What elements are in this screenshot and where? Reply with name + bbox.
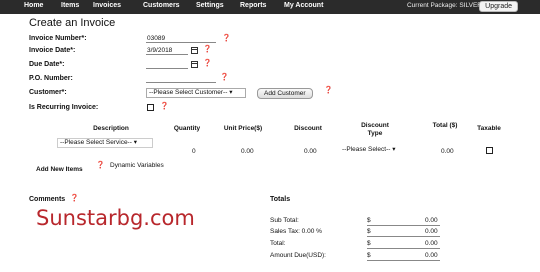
current-package-label: Current Package: SILVER — [406, 2, 482, 9]
calendar-icon[interactable] — [191, 61, 198, 68]
nav-home[interactable]: Home — [24, 2, 43, 9]
add-new-items-link[interactable]: Add New Items — [36, 166, 83, 173]
calendar-icon[interactable] — [191, 47, 198, 54]
chevron-down-icon: ▾ — [229, 89, 233, 96]
customer-label: Customer*: — [29, 89, 67, 96]
divider — [367, 225, 440, 226]
discount-type-select[interactable]: --Please Select-- ▾ — [340, 146, 410, 156]
divider — [367, 236, 440, 237]
nav-settings[interactable]: Settings — [196, 2, 224, 9]
nav-invoices[interactable]: Invoices — [93, 2, 121, 9]
add-customer-button[interactable]: Add Customer — [257, 88, 313, 99]
sales-tax-label: Sales Tax: 0.00 % — [270, 228, 322, 235]
total-label: Total: — [270, 240, 286, 247]
column-header-discount: Discount — [294, 125, 322, 132]
help-icon[interactable]: ❓ — [324, 86, 333, 94]
help-icon[interactable]: ❓ — [70, 194, 79, 202]
sales-tax-value: 0.00 — [425, 228, 438, 235]
service-select-value: --Please Select Service-- — [60, 139, 132, 146]
po-number-field[interactable] — [146, 74, 216, 83]
column-header-total: Total ($) — [432, 122, 458, 129]
discount-type-select-value: --Please Select-- — [342, 146, 391, 153]
unit-price-field[interactable]: 0.00 — [241, 148, 254, 155]
invoice-number-field[interactable]: 03089 — [146, 34, 216, 43]
row-total-value: 0.00 — [441, 148, 454, 155]
column-header-discount-type: Discount Type — [361, 122, 389, 137]
invoice-date-label: Invoice Date*: — [29, 47, 76, 54]
help-icon[interactable]: ❓ — [220, 73, 229, 81]
amount-due-currency: $ — [367, 252, 371, 259]
amount-due-label: Amount Due(USD): — [270, 252, 326, 259]
column-header-taxable: Taxable — [477, 125, 501, 132]
comments-label: Comments — [29, 196, 66, 203]
recurring-invoice-checkbox[interactable] — [147, 104, 154, 111]
due-date-field[interactable] — [146, 60, 188, 69]
sub-total-label: Sub Total: — [270, 217, 299, 224]
upgrade-button[interactable]: Upgrade — [479, 1, 518, 12]
nav-my-account[interactable]: My Account — [284, 2, 323, 9]
divider — [367, 248, 440, 249]
discount-field[interactable]: 0.00 — [304, 148, 317, 155]
totals-heading: Totals — [270, 196, 291, 203]
nav-items[interactable]: Items — [61, 2, 79, 9]
top-navigation: Home Items Invoices Customers Settings R… — [0, 0, 540, 14]
page-title: Create an Invoice — [29, 17, 116, 29]
help-icon[interactable]: ❓ — [203, 59, 212, 67]
divider — [367, 260, 440, 261]
help-icon[interactable]: ❓ — [222, 34, 231, 42]
chevron-down-icon: ▾ — [392, 146, 396, 153]
watermark-text: Sunstarbg.com — [36, 206, 195, 230]
chevron-down-icon: ▾ — [133, 139, 137, 146]
invoice-number-label: Invoice Number*: — [29, 35, 87, 42]
sub-total-currency: $ — [367, 217, 371, 224]
total-value: 0.00 — [425, 240, 438, 247]
sub-total-value: 0.00 — [425, 217, 438, 224]
customer-select[interactable]: --Please Select Customer-- ▾ — [146, 88, 246, 98]
dynamic-variables-link[interactable]: Dynamic Variables — [110, 162, 164, 169]
total-currency: $ — [367, 240, 371, 247]
po-number-label: P.O. Number: — [29, 75, 73, 82]
customer-select-value: --Please Select Customer-- — [149, 89, 228, 96]
taxable-checkbox[interactable] — [486, 147, 493, 154]
help-icon[interactable]: ❓ — [96, 161, 105, 169]
sales-tax-currency: $ — [367, 228, 371, 235]
column-header-quantity: Quantity — [173, 125, 201, 132]
help-icon[interactable]: ❓ — [160, 102, 169, 110]
column-header-unit-price: Unit Price($) — [223, 125, 263, 132]
due-date-label: Due Date*: — [29, 61, 65, 68]
recurring-invoice-label: Is Recurring Invoice: — [29, 104, 99, 111]
help-icon[interactable]: ❓ — [203, 45, 212, 53]
amount-due-value: 0.00 — [425, 252, 438, 259]
invoice-date-field[interactable]: 3/9/2018 — [146, 46, 188, 55]
quantity-field[interactable]: 0 — [192, 148, 196, 155]
service-select[interactable]: --Please Select Service-- ▾ — [57, 138, 153, 148]
nav-reports[interactable]: Reports — [240, 2, 266, 9]
column-header-description: Description — [93, 125, 129, 132]
nav-customers[interactable]: Customers — [143, 2, 180, 9]
